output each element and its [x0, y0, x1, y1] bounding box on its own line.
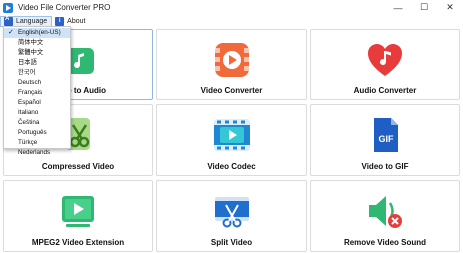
tile-remove-video-sound[interactable]: Remove Video Sound: [310, 180, 460, 252]
play-icon: [214, 43, 249, 77]
tile-label: MPEG2 Video Extension: [31, 238, 125, 247]
film-codec-icon: [213, 119, 250, 151]
language-option[interactable]: 繁體中文: [4, 48, 70, 58]
info-icon: i: [55, 16, 65, 26]
window-title: Video File Converter PRO: [18, 3, 111, 12]
language-option[interactable]: Nederlands: [4, 148, 70, 158]
tile-label: Compressed Video: [41, 162, 115, 171]
menu-about[interactable]: i About: [52, 16, 89, 27]
language-option[interactable]: Italiano: [4, 108, 70, 118]
title-bar: Video File Converter PRO — ☐ ✕: [0, 0, 463, 15]
tile-split-video[interactable]: Split Video: [156, 180, 307, 252]
language-dropdown-menu: English(en-US) 简体中文 繁體中文 日本語 한국어 Deutsch…: [3, 26, 71, 156]
language-option[interactable]: Deutsch: [4, 78, 70, 88]
menu-language-label: Language: [16, 17, 48, 25]
tile-audio-converter[interactable]: Audio Converter: [310, 29, 460, 100]
window-controls: — ☐ ✕: [385, 0, 463, 15]
language-option[interactable]: Čeština: [4, 118, 70, 128]
video-play-screen-icon: [62, 196, 94, 227]
tile-label: Video to GIF: [361, 162, 409, 171]
svg-text:GIF: GIF: [379, 134, 395, 144]
language-option[interactable]: Español: [4, 98, 70, 108]
language-option[interactable]: 한국어: [4, 68, 70, 78]
language-option[interactable]: Türkçe: [4, 138, 70, 148]
minimize-button[interactable]: —: [385, 0, 411, 15]
language-option[interactable]: 日本語: [4, 58, 70, 68]
app-logo-icon: [3, 2, 13, 13]
tile-label: Audio Converter: [353, 86, 417, 95]
heart-music-icon: [368, 44, 402, 76]
menu-about-label: About: [67, 17, 86, 25]
tile-label: Split Video: [210, 238, 253, 247]
close-button[interactable]: ✕: [437, 0, 463, 15]
tile-label: Video Codec: [207, 162, 256, 171]
language-option[interactable]: 简体中文: [4, 38, 70, 48]
tile-video-to-gif[interactable]: GIF Video to GIF: [310, 104, 460, 176]
mute-speaker-icon: [369, 196, 402, 228]
language-option[interactable]: Português: [4, 128, 70, 138]
tile-label: Video Converter: [200, 86, 263, 95]
language-option[interactable]: English(en-US): [4, 28, 70, 38]
language-icon: [4, 16, 13, 26]
tile-video-converter[interactable]: Video Converter: [156, 29, 307, 100]
gif-file-icon: GIF: [374, 118, 398, 152]
split-scissors-icon: [214, 197, 249, 228]
maximize-button[interactable]: ☐: [411, 0, 437, 15]
language-option[interactable]: Français: [4, 88, 70, 98]
tile-mpeg2-video-extension[interactable]: MPEG2 Video Extension: [3, 180, 153, 252]
tile-video-codec[interactable]: Video Codec: [156, 104, 307, 176]
tile-label: Remove Video Sound: [343, 238, 427, 247]
menu-language[interactable]: Language: [0, 15, 53, 27]
